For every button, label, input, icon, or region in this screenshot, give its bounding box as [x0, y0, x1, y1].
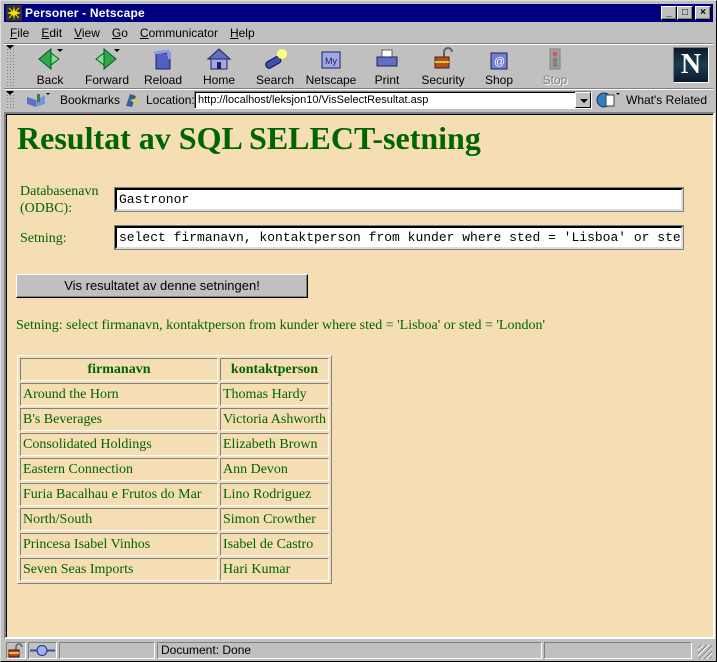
shop-button[interactable]: @ Shop	[471, 45, 527, 87]
my-netscape-icon: My	[318, 47, 344, 71]
svg-text:My: My	[325, 56, 337, 66]
stop-button[interactable]: Stop	[527, 45, 583, 87]
result-table: firmanavn kontaktperson Around the Horn T…	[17, 355, 332, 584]
cell-kontaktperson: Hari Kumar	[220, 558, 329, 581]
minimize-button[interactable]: _	[661, 6, 677, 20]
location-page-icon	[124, 92, 140, 108]
status-text: Document: Done	[157, 642, 542, 659]
cell-firmanavn: Furia Bacalhau e Frutos do Mar	[20, 483, 218, 506]
connection-status-icon[interactable]	[28, 642, 57, 659]
padlock-icon	[430, 47, 456, 71]
location-label: Location:	[124, 91, 195, 109]
cell-kontaktperson: Elizabeth Brown	[220, 433, 329, 456]
close-button[interactable]: ×	[695, 6, 711, 20]
maximize-button[interactable]: □	[677, 6, 693, 20]
menu-edit[interactable]: Edit	[35, 26, 68, 40]
my-netscape-button[interactable]: My Netscape	[303, 45, 359, 87]
search-button[interactable]: Search	[247, 45, 303, 87]
page-content: Resultat av SQL SELECT-setning Databasen…	[4, 112, 715, 639]
location-grip[interactable]	[6, 91, 14, 109]
cell-firmanavn: Eastern Connection	[20, 458, 218, 481]
cell-firmanavn: Around the Horn	[20, 383, 218, 406]
table-row: Princesa Isabel Vinhos Isabel de Castro	[20, 533, 329, 556]
menu-communicator[interactable]: Communicator	[134, 26, 224, 40]
search-icon	[262, 47, 288, 71]
menu-view[interactable]: View	[68, 26, 106, 40]
cell-firmanavn: Seven Seas Imports	[20, 558, 218, 581]
statement-label: Setning:	[20, 231, 67, 246]
forward-arrow-icon	[94, 47, 120, 71]
shop-bag-icon: @	[486, 47, 512, 71]
menu-bar: File Edit View Go Communicator Help	[4, 23, 713, 43]
printer-icon	[374, 47, 400, 71]
progress-area	[59, 642, 155, 659]
toolbar-grip[interactable]	[6, 45, 14, 87]
browser-window: Personer - Netscape _ □ × File Edit View…	[0, 0, 717, 662]
cell-firmanavn: Consolidated Holdings	[20, 433, 218, 456]
cell-kontaktperson: Isabel de Castro	[220, 533, 329, 556]
table-row: B's Beverages Victoria Ashworth	[20, 408, 329, 431]
table-header-row: firmanavn kontaktperson	[20, 358, 329, 381]
security-button[interactable]: Security	[415, 45, 471, 87]
bookmarks-icon	[26, 92, 50, 108]
database-name-label: Databasenavn (ODBC):	[20, 184, 99, 216]
back-arrow-icon	[37, 47, 63, 71]
stop-icon	[542, 47, 568, 71]
column-header-firmanavn: firmanavn	[20, 358, 218, 381]
table-row: Eastern Connection Ann Devon	[20, 458, 329, 481]
table-row: Seven Seas Imports Hari Kumar	[20, 558, 329, 581]
table-row: Consolidated Holdings Elizabeth Brown	[20, 433, 329, 456]
executed-statement-text: Setning: select firmanavn, kontaktperson…	[16, 318, 545, 333]
cell-kontaktperson: Thomas Hardy	[220, 383, 329, 406]
netscape-logo[interactable]: N	[673, 47, 709, 83]
security-status-icon[interactable]	[6, 642, 26, 659]
window-title: Personer - Netscape	[25, 6, 145, 20]
table-row: North/South Simon Crowther	[20, 508, 329, 531]
cell-kontaktperson: Ann Devon	[220, 458, 329, 481]
cell-firmanavn: B's Beverages	[20, 408, 218, 431]
home-button[interactable]: Home	[191, 45, 247, 87]
statement-input[interactable]: select firmanavn, kontaktperson from kun…	[114, 225, 684, 250]
whats-related-icon	[596, 92, 622, 108]
url-input[interactable]: http://localhost/leksjon10/VisSelectResu…	[194, 91, 592, 109]
cell-kontaktperson: Lino Rodriguez	[220, 483, 329, 506]
netscape-app-icon	[6, 5, 22, 21]
show-result-button[interactable]: Vis resultatet av denne setningen!	[16, 274, 308, 298]
reload-button[interactable]: Reload	[135, 45, 191, 87]
whats-related-button[interactable]: What's Related	[596, 91, 707, 109]
resize-grip[interactable]	[698, 645, 712, 659]
cell-firmanavn: Princesa Isabel Vinhos	[20, 533, 218, 556]
status-extra-area	[544, 642, 692, 659]
menu-file[interactable]: File	[4, 26, 35, 40]
url-dropdown-button[interactable]	[575, 92, 591, 108]
forward-button[interactable]: Forward	[79, 45, 135, 87]
reload-icon	[150, 47, 176, 71]
cell-kontaktperson: Simon Crowther	[220, 508, 329, 531]
page-heading: Resultat av SQL SELECT-setning	[17, 120, 481, 156]
menu-go[interactable]: Go	[106, 26, 134, 40]
location-toolbar: Bookmarks Location: http://localhost/lek…	[4, 90, 713, 110]
home-icon	[206, 47, 232, 71]
back-button[interactable]: Back	[22, 45, 78, 87]
cell-kontaktperson: Victoria Ashworth	[220, 408, 329, 431]
column-header-kontaktperson: kontaktperson	[220, 358, 329, 381]
table-row: Around the Horn Thomas Hardy	[20, 383, 329, 406]
cell-firmanavn: North/South	[20, 508, 218, 531]
navigation-toolbar: Back Forward Reload Home Search My Netsc…	[4, 45, 713, 89]
table-row: Furia Bacalhau e Frutos do Mar Lino Rodri…	[20, 483, 329, 506]
print-button[interactable]: Print	[359, 45, 415, 87]
svg-text:@: @	[494, 56, 505, 68]
status-bar: Document: Done	[4, 641, 713, 660]
bookmarks-button[interactable]: Bookmarks	[26, 91, 120, 109]
title-bar[interactable]: Personer - Netscape _ □ ×	[4, 4, 713, 22]
menu-help[interactable]: Help	[224, 26, 261, 40]
database-name-input[interactable]: Gastronor	[114, 187, 684, 212]
